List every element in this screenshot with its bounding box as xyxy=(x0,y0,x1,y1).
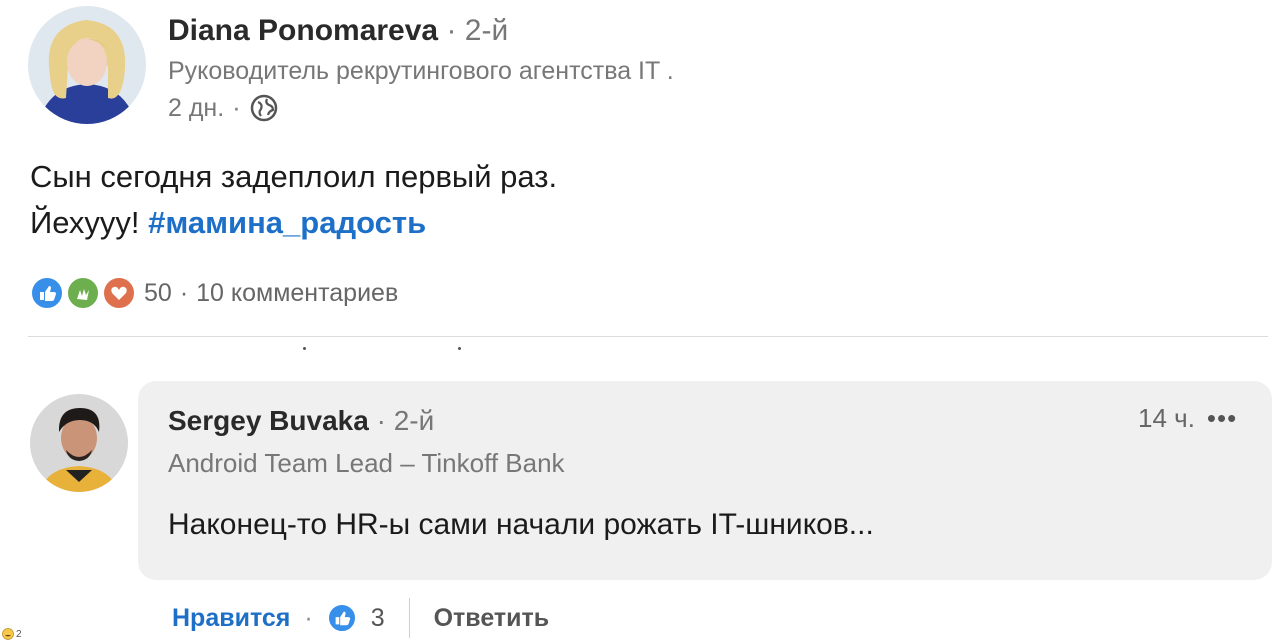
comment-time: 14 ч. xyxy=(1138,403,1195,433)
reaction-badge-count: 2 xyxy=(16,628,22,640)
separator-dot: · xyxy=(376,405,386,436)
comment-author-name[interactable]: Sergey Buvaka xyxy=(168,405,369,436)
divider-mark xyxy=(303,347,306,350)
post-author-line: Diana Ponomareva · 2-й xyxy=(168,14,508,48)
laugh-emoji-icon xyxy=(2,628,14,640)
more-options-icon[interactable]: ••• xyxy=(1207,403,1237,434)
like-reaction-icon xyxy=(326,603,357,633)
post-body: Сын сегодня задеплоил первый раз. Йехууу… xyxy=(30,154,557,246)
post-social-counts[interactable]: 50 · 10 комментариев xyxy=(30,276,398,310)
comment-text: Наконец-то HR-ы сами начали рожать IT-шн… xyxy=(168,508,874,541)
reaction-count[interactable]: 50 xyxy=(144,279,172,308)
separator-dot: · xyxy=(179,278,189,307)
post-hashtag-link[interactable]: #мамина_радость xyxy=(148,205,426,240)
love-reaction-icon xyxy=(102,276,136,310)
post-meta: 2 дн. · xyxy=(168,93,279,123)
post-author-headline: Руководитель рекрутингового агентства IT… xyxy=(168,57,674,85)
comment-actions: Нравится · 3 Ответить xyxy=(172,598,549,638)
globe-icon xyxy=(250,94,277,122)
divider-mark xyxy=(458,347,461,350)
post-author-name[interactable]: Diana Ponomareva xyxy=(168,14,438,47)
comment-author-line: Sergey Buvaka · 2-й xyxy=(168,405,434,437)
comment-author-degree: 2-й xyxy=(393,405,435,436)
post-divider xyxy=(28,336,1268,337)
post-text-line2: Йехууу! #мамина_радость xyxy=(30,200,557,246)
post-text-line1: Сын сегодня задеплоил первый раз. xyxy=(30,159,558,194)
separator-dot: · xyxy=(232,93,241,122)
post-text-exclaim: Йехууу! xyxy=(30,205,140,240)
post-author-avatar[interactable] xyxy=(28,6,146,124)
separator-dot: · xyxy=(446,14,457,47)
action-divider xyxy=(408,598,410,638)
post-author-degree: 2-й xyxy=(464,14,509,47)
reaction-badge: 2 xyxy=(2,626,38,642)
like-reaction-icon xyxy=(30,276,64,310)
comment-meta: 14 ч. ••• xyxy=(1138,403,1237,434)
post-time: 2 дн. xyxy=(168,93,225,122)
comments-count-link[interactable]: 10 комментариев xyxy=(196,279,398,308)
separator-dot: · xyxy=(304,603,313,632)
comment-like-count[interactable]: 3 xyxy=(371,604,385,633)
celebrate-reaction-icon xyxy=(66,276,100,310)
comment-author-headline: Android Team Lead – Tinkoff Bank xyxy=(168,448,565,478)
comment-reply-button[interactable]: Ответить xyxy=(434,604,550,633)
comment-author-avatar[interactable] xyxy=(30,394,128,492)
comment-like-button[interactable]: Нравится xyxy=(172,604,290,633)
